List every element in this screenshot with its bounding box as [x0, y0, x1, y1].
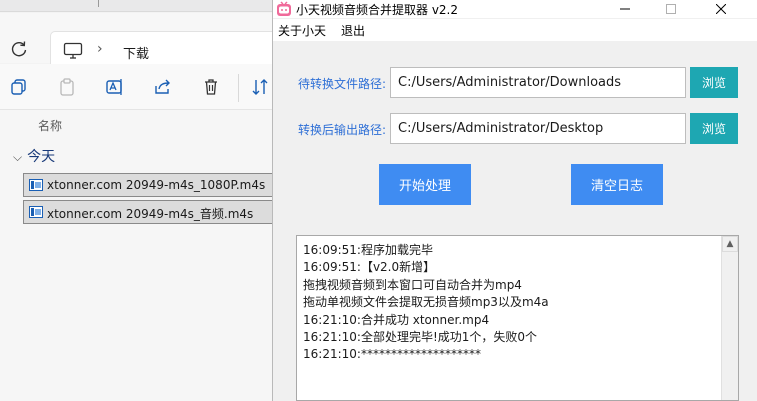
- output-path-field[interactable]: C:/Users/Administrator/Desktop: [390, 113, 686, 144]
- rename-icon[interactable]: [105, 77, 125, 97]
- group-header-today[interactable]: ⌵ 今天: [13, 146, 55, 166]
- video-file-icon: [29, 179, 43, 191]
- delete-icon[interactable]: [201, 77, 221, 97]
- file-name: xtonner.com 20949-m4s_音频.m4s: [47, 207, 254, 221]
- share-icon[interactable]: [153, 77, 173, 97]
- refresh-icon[interactable]: [9, 39, 29, 59]
- close-button[interactable]: [698, 0, 744, 18]
- browse-output-button[interactable]: 浏览: [690, 113, 738, 144]
- explorer-tab-strip: [0, 0, 272, 12]
- sort-icon[interactable]: [250, 77, 270, 97]
- scroll-up-arrow-icon[interactable]: ▲: [722, 236, 738, 252]
- breadcrumb-downloads[interactable]: 下载: [123, 43, 149, 62]
- log-line: 拖拽视频音频到本窗口可自动合并为mp4: [303, 277, 522, 292]
- maximize-icon: [666, 4, 676, 14]
- copy-icon[interactable]: [9, 77, 29, 97]
- log-line: 16:09:51:【v2.0新增】: [303, 260, 436, 275]
- merger-app-window: 小天视频音频合并提取器 v2.2 关于小天 退出 待转换文件路径: C:/Use…: [272, 0, 757, 401]
- minimize-button[interactable]: [602, 0, 648, 18]
- tab-separator: [98, 0, 99, 7]
- maximize-button[interactable]: [648, 0, 694, 18]
- menu-exit[interactable]: 退出: [341, 22, 365, 39]
- file-name: xtonner.com 20949-m4s_1080P.m4s: [47, 178, 266, 192]
- log-line: 拖动单视频文件会提取无损音频mp3以及m4a: [303, 295, 549, 310]
- output-path-label: 转换后输出路径:: [298, 123, 387, 137]
- log-lines: 16:09:51:程序加载完毕 16:09:51:【v2.0新增】 拖拽视频音频…: [303, 242, 723, 364]
- toolbar-separator: [238, 74, 239, 102]
- clear-log-button[interactable]: 清空日志: [571, 164, 663, 205]
- input-path-label: 待转换文件路径:: [298, 77, 387, 91]
- log-line: 16:21:10:合并成功 xtonner.mp4: [303, 312, 490, 327]
- group-label: 今天: [27, 149, 56, 165]
- app-logo-icon: [277, 1, 291, 16]
- window-title: 小天视频音频合并提取器 v2.2: [296, 3, 459, 17]
- breadcrumb-chevron-icon: ›: [97, 41, 103, 57]
- start-process-button[interactable]: 开始处理: [379, 164, 471, 205]
- menu-bar: 关于小天 退出: [273, 19, 757, 41]
- file-item[interactable]: xtonner.com 20949-m4s_1080P.m4s: [23, 173, 272, 197]
- log-textbox[interactable]: 16:09:51:程序加载完毕 16:09:51:【v2.0新增】 拖拽视频音频…: [296, 235, 739, 401]
- explorer-toolbar: [0, 64, 272, 110]
- browse-input-button[interactable]: 浏览: [690, 67, 738, 98]
- log-scrollbar[interactable]: ▲: [721, 236, 738, 400]
- minimize-icon: [620, 8, 630, 10]
- explorer-address-bar: › 下载: [0, 13, 272, 71]
- menu-about[interactable]: 关于小天: [278, 22, 326, 39]
- this-pc-icon: [63, 42, 83, 59]
- file-item[interactable]: xtonner.com 20949-m4s_音频.m4s: [23, 200, 272, 224]
- chevron-down-icon: ⌵: [13, 150, 23, 164]
- app-title-bar[interactable]: 小天视频音频合并提取器 v2.2: [273, 0, 757, 18]
- log-line: 16:21:10:********************: [303, 347, 481, 362]
- column-header-name[interactable]: 名称: [38, 117, 62, 134]
- log-line: 16:09:51:程序加载完毕: [303, 243, 433, 257]
- close-icon: [716, 4, 726, 14]
- video-file-icon: [29, 206, 43, 218]
- paste-icon[interactable]: [57, 77, 77, 97]
- log-line: 16:21:10:全部处理完毕!成功1个，失败0个: [303, 330, 538, 345]
- explorer-file-list: 名称 ⌵ 今天 xtonner.com 20949-m4s_1080P.m4s x…: [0, 110, 272, 401]
- input-path-field[interactable]: C:/Users/Administrator/Downloads: [390, 67, 686, 98]
